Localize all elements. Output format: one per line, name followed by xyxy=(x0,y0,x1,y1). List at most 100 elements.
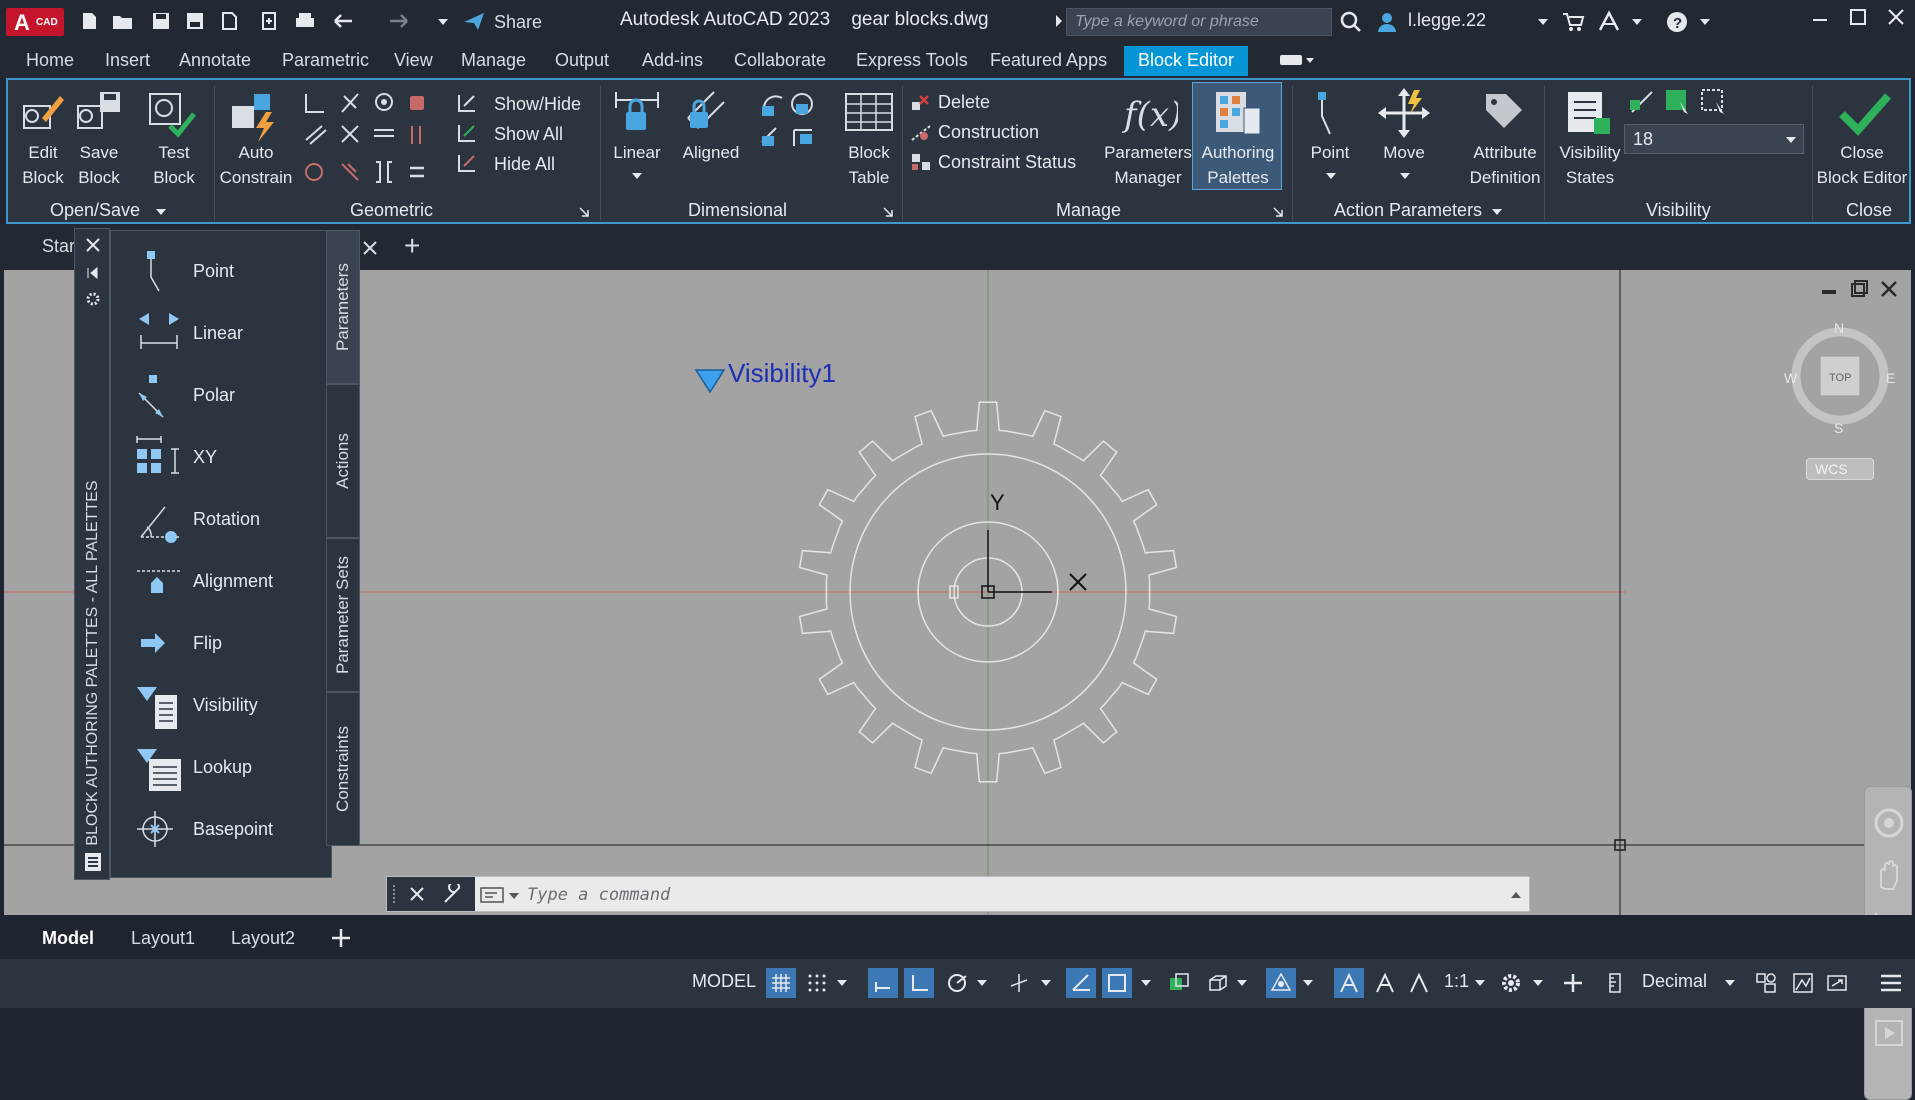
viewcube-west[interactable]: W xyxy=(1784,370,1797,386)
constraint-status-button[interactable]: Constraint Status xyxy=(938,152,1076,173)
open-folder-icon[interactable] xyxy=(110,10,136,34)
panel-title-dimensional[interactable]: Dimensional xyxy=(688,200,787,221)
wrench-icon[interactable] xyxy=(441,884,463,906)
linear-dropdown-icon[interactable] xyxy=(630,170,644,182)
palette-tab-parameter-sets[interactable]: Parameter Sets xyxy=(326,538,360,692)
geometric-settings-icon[interactable] xyxy=(578,206,590,218)
palette-item-basepoint[interactable]: Basepoint xyxy=(111,799,331,859)
construction-icon[interactable] xyxy=(910,122,934,144)
command-line[interactable]: Type a command xyxy=(386,876,1530,912)
isodraft-icon[interactable] xyxy=(1004,968,1034,998)
edit-block-button[interactable]: Edit Block xyxy=(16,140,70,190)
auto-constrain-icon[interactable] xyxy=(226,88,282,142)
palette-menu-icon[interactable] xyxy=(83,851,103,873)
annotation-visibility-icon[interactable] xyxy=(1334,968,1364,998)
palette-properties-icon[interactable] xyxy=(85,291,101,307)
visibility-grip-icon[interactable] xyxy=(694,369,726,394)
isodraft-dropdown-icon[interactable] xyxy=(1036,968,1056,998)
annotation-monitor-icon[interactable] xyxy=(1558,968,1588,998)
aligned-constraint-button[interactable]: Aligned xyxy=(680,140,742,165)
authoring-palettes-icon[interactable] xyxy=(1212,88,1262,138)
palette-item-visibility[interactable]: Visibility xyxy=(111,675,331,735)
panel-title-close[interactable]: Close xyxy=(1846,200,1892,221)
selection-cycling-icon[interactable] xyxy=(1202,968,1232,998)
minimize-icon[interactable] xyxy=(1800,6,1840,36)
units-value[interactable]: Decimal xyxy=(1642,971,1707,992)
tab-start[interactable]: Star xyxy=(42,236,75,257)
constraint-status-icon[interactable] xyxy=(910,152,934,174)
ribbon-display-toggle-icon[interactable] xyxy=(1278,48,1318,72)
grid-display-icon[interactable] xyxy=(766,968,796,998)
auto-constrain-button[interactable]: Auto Constrain xyxy=(214,140,298,190)
palette-item-rotation[interactable]: Rotation xyxy=(111,489,331,549)
dimensional-constraints-grid[interactable] xyxy=(756,90,826,200)
save-block-button[interactable]: Save Block xyxy=(72,140,126,190)
autodesk-a360-icon[interactable] xyxy=(1596,10,1622,34)
user-dropdown-icon[interactable] xyxy=(1530,10,1556,34)
clean-screen-icon[interactable] xyxy=(1822,968,1852,998)
scale-dropdown-icon[interactable] xyxy=(1470,968,1490,998)
test-block-icon[interactable] xyxy=(146,88,196,138)
maximize-icon[interactable] xyxy=(1838,6,1878,36)
show-all-button[interactable]: Show All xyxy=(494,124,563,145)
viewcube-east[interactable]: E xyxy=(1886,370,1895,386)
new-file-icon[interactable] xyxy=(76,10,102,34)
help-dropdown-icon[interactable] xyxy=(1692,10,1718,34)
share-label[interactable]: Share xyxy=(494,12,542,33)
palette-tab-actions[interactable]: Actions xyxy=(326,384,360,538)
command-close-icon[interactable] xyxy=(409,886,425,902)
workspace-gear-icon[interactable] xyxy=(1496,968,1526,998)
edit-block-icon[interactable] xyxy=(18,88,66,134)
close-block-editor-button[interactable]: Close Block Editor xyxy=(1812,140,1912,190)
workspace-dropdown-icon[interactable] xyxy=(1528,968,1548,998)
annotation-scale-value[interactable]: 1:1 xyxy=(1444,971,1469,992)
new-tab-button[interactable]: + xyxy=(404,230,420,262)
units-icon[interactable] xyxy=(1600,968,1630,998)
make-invisible-icon[interactable] xyxy=(1664,88,1694,118)
attribute-definition-button[interactable]: Attribute Definition xyxy=(1458,140,1552,190)
help-search-input[interactable]: Type a keyword or phrase xyxy=(1066,8,1332,36)
help-icon[interactable]: ? xyxy=(1664,10,1690,34)
construction-button[interactable]: Construction xyxy=(938,122,1039,143)
tab-layout2[interactable]: Layout2 xyxy=(231,928,295,949)
viewport-close-icon[interactable] xyxy=(1880,280,1898,298)
quick-access-dropdown-icon[interactable] xyxy=(430,10,456,34)
delete-constraints-icon[interactable] xyxy=(910,92,934,114)
infer-constraints-icon[interactable] xyxy=(868,968,898,998)
tab-block-editor[interactable]: Block Editor xyxy=(1124,46,1249,76)
open-from-web-icon[interactable] xyxy=(216,10,242,34)
point-dropdown-icon[interactable] xyxy=(1324,170,1338,182)
auto-scale-icon[interactable] xyxy=(1370,968,1400,998)
panel-title-geometric[interactable]: Geometric xyxy=(350,200,433,221)
show-hide-icon[interactable] xyxy=(456,92,478,114)
viewcube-face-top[interactable]: TOP xyxy=(1829,372,1851,384)
visibility-states-button[interactable]: Visibility States xyxy=(1554,140,1626,190)
dimensional-settings-icon[interactable] xyxy=(882,206,894,218)
showmotion-icon[interactable] xyxy=(1873,1017,1905,1051)
redo-icon[interactable] xyxy=(386,10,412,34)
snap-dropdown-icon[interactable] xyxy=(832,968,852,998)
tab-express-tools[interactable]: Express Tools xyxy=(856,50,968,71)
palette-item-polar[interactable]: Polar xyxy=(111,365,331,425)
panel-title-open-save[interactable]: Open/Save xyxy=(50,200,140,221)
command-history-icon[interactable] xyxy=(479,885,521,905)
visibility-parameter-label[interactable]: Visibility1 xyxy=(728,358,836,389)
open-save-dropdown-icon[interactable] xyxy=(154,206,168,218)
units-dropdown-icon[interactable] xyxy=(1720,968,1740,998)
selection-dropdown-icon[interactable] xyxy=(1232,968,1252,998)
save-as-icon[interactable] xyxy=(182,10,208,34)
a360-dropdown-icon[interactable] xyxy=(1624,10,1650,34)
polar-dropdown-icon[interactable] xyxy=(972,968,992,998)
pan-hand-icon[interactable] xyxy=(1873,857,1905,891)
manage-settings-icon[interactable] xyxy=(1272,206,1284,218)
quick-properties-icon[interactable] xyxy=(1752,968,1782,998)
palette-close-icon[interactable] xyxy=(85,237,101,253)
show-all-icon[interactable] xyxy=(456,122,478,144)
move-action-icon[interactable] xyxy=(1376,86,1432,140)
graphics-performance-icon[interactable] xyxy=(1788,968,1818,998)
move-dropdown-icon[interactable] xyxy=(1398,170,1412,182)
palette-item-point[interactable]: Point xyxy=(111,241,331,301)
palette-tab-parameters[interactable]: Parameters xyxy=(326,230,360,384)
panel-title-manage[interactable]: Manage xyxy=(1056,200,1121,221)
snap-mode-icon[interactable] xyxy=(802,968,832,998)
